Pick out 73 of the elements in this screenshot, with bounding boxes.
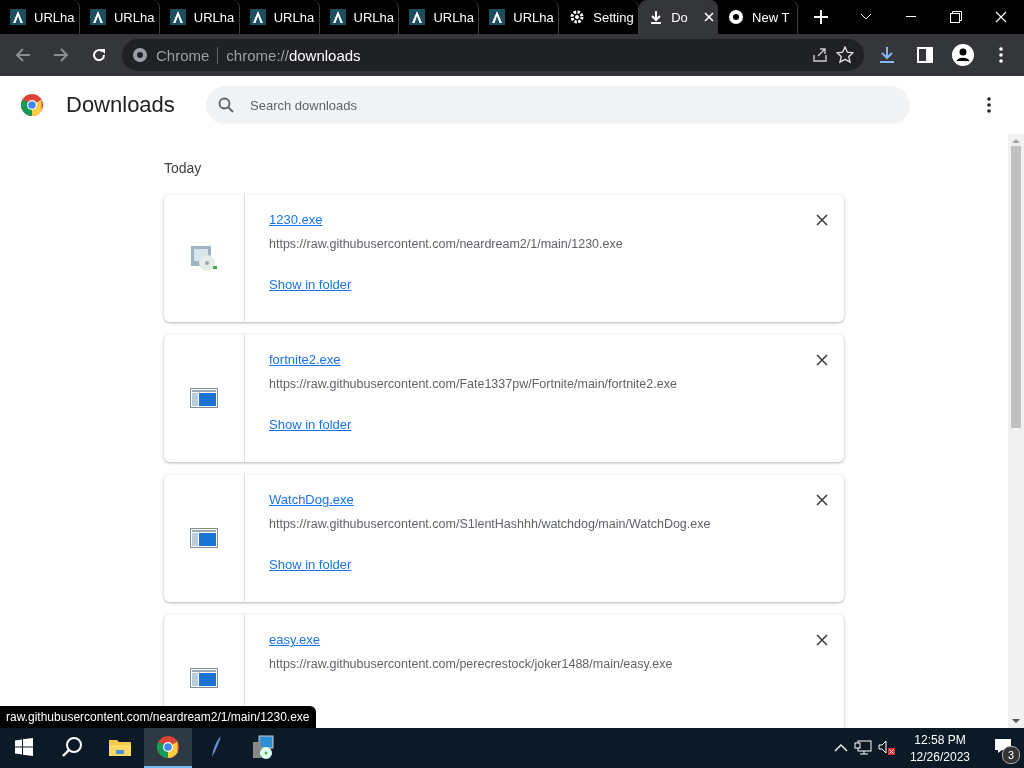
remove-button[interactable] [814, 352, 830, 368]
show-in-folder-link[interactable]: Show in folder [269, 417, 352, 432]
date-heading: Today [164, 160, 203, 176]
close-icon [995, 11, 1008, 23]
application-window-icon [190, 388, 218, 408]
close-icon [814, 352, 830, 368]
share-icon[interactable] [812, 47, 828, 63]
show-in-folder-link[interactable]: Show in folder [269, 557, 352, 572]
close-icon [814, 632, 830, 648]
letter-a-logo-icon [89, 9, 106, 25]
close-icon [814, 212, 830, 228]
gear-icon [569, 9, 586, 25]
clock-time: 12:58 PM [914, 732, 966, 747]
page-title: Downloads [65, 92, 176, 118]
scrollbar[interactable] [1008, 134, 1024, 728]
letter-a-logo-icon [409, 9, 426, 25]
star-icon[interactable] [836, 46, 854, 64]
clock-date: 12/26/2023 [909, 749, 970, 764]
scroll-down-icon[interactable] [1012, 718, 1020, 724]
chevron-down-icon [859, 13, 872, 21]
address-bar[interactable]: Chrome chrome://downloads [122, 39, 864, 71]
reload-icon [91, 47, 107, 63]
taskbar-app[interactable] [144, 728, 192, 768]
folder-icon [108, 737, 132, 757]
file-name-link[interactable]: fortnite2.exe [269, 352, 341, 367]
minimize-icon [905, 16, 916, 18]
status-bubble: raw.githubusercontent.com/neardream2/1/main/1230.exe [0, 706, 316, 728]
remove-button[interactable] [814, 492, 830, 508]
remove-button[interactable] [814, 632, 830, 648]
feather-icon [210, 735, 222, 759]
close-icon[interactable] [704, 12, 714, 22]
source-url: https://raw.githubusercontent.com/Fate1337pw/Fortnite/main/fortnite2.exe [269, 377, 678, 391]
forward-arrow-icon [53, 47, 69, 63]
close-icon [814, 492, 830, 508]
file-name-link[interactable]: WatchDog.exe [269, 492, 354, 507]
windows-logo-icon [15, 738, 33, 756]
menu-icon [987, 97, 991, 113]
letter-a-logo-icon [169, 9, 186, 25]
side-panel-icon [917, 47, 933, 63]
search-icon [218, 97, 234, 113]
notification-count: 3 [1002, 746, 1020, 764]
application-window-icon [190, 668, 218, 688]
chevron-up-icon[interactable] [833, 744, 848, 752]
installer-icon [189, 243, 219, 273]
plus-icon [813, 10, 828, 24]
remove-button[interactable] [814, 212, 830, 228]
letter-a-logo-icon [329, 9, 346, 25]
search-field[interactable]: Search downloads [206, 86, 910, 124]
menu-icon [999, 47, 1003, 63]
avatar-icon [952, 44, 974, 66]
file-name-link[interactable]: 1230.exe [269, 212, 323, 227]
download-icon [649, 10, 664, 24]
file-name-link[interactable]: easy.exe [269, 632, 321, 647]
installer-icon [251, 734, 277, 760]
network-icon[interactable] [853, 740, 872, 756]
search-icon [61, 736, 83, 758]
source-url: https://raw.githubusercontent.com/perecrestock/joker1488/main/easy.exe [269, 657, 674, 671]
letter-a-logo-icon [249, 9, 266, 25]
source-url: https://raw.githubusercontent.com/S1lentHashhh/watchdog/main/WatchDog.exe [269, 517, 712, 531]
origin-label: Chrome [156, 46, 219, 64]
application-window-icon [190, 528, 218, 548]
browser-tab[interactable]: Do [639, 0, 718, 34]
restore-icon [950, 11, 963, 23]
source-url: https://raw.githubusercontent.com/neardream2/1/main/1230.exe [269, 237, 624, 251]
letter-a-logo-icon [489, 9, 506, 25]
url-text: chrome://downloads [226, 46, 362, 64]
show-in-folder-link[interactable]: Show in folder [269, 277, 352, 292]
search-input[interactable]: Search downloads [248, 96, 898, 114]
letter-a-logo-icon [10, 9, 26, 25]
back-arrow-icon [15, 47, 31, 63]
download-icon [878, 46, 896, 64]
notifications-button[interactable]: 3 [984, 728, 1024, 768]
muted-speaker-icon[interactable] [877, 740, 896, 756]
